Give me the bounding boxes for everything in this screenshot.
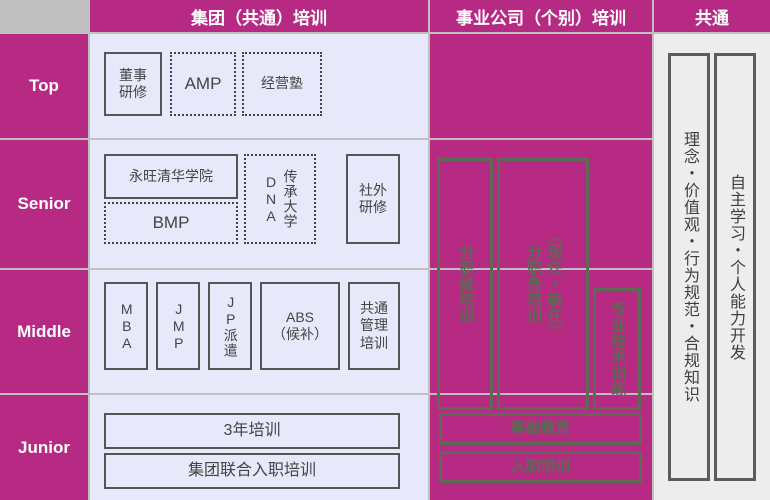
- box-label: 集团联合入职培训: [187, 462, 316, 479]
- box-label-primary: （现任・新任）: [545, 228, 563, 340]
- box-dongshi-yanxiu[interactable]: 董事 研修: [104, 52, 162, 116]
- row-label-senior: Senior: [0, 140, 88, 268]
- row-label-middle: Middle: [0, 270, 88, 393]
- box-amp[interactable]: AMP: [170, 52, 236, 116]
- box-label: 社外 研修: [359, 181, 387, 216]
- box-self-learning-development[interactable]: 自主学习・个人能力开发: [714, 53, 756, 481]
- box-jmp[interactable]: JMP: [156, 282, 200, 370]
- box-label: 专业技术训练: [609, 301, 627, 397]
- box-label: MBA: [118, 300, 135, 352]
- box-jingyingshu[interactable]: 经营塾: [242, 52, 322, 116]
- box-label: 自主学习・个人能力开发: [727, 173, 744, 361]
- box-label-secondary: 分职务培训: [525, 244, 542, 324]
- header-group-training: 集团（共通）培训: [90, 0, 428, 32]
- group-panel-top: 董事 研修 AMP 经营塾: [90, 34, 428, 138]
- group-panel-senior: 永旺清华学院 BMP 传承大学 DNA 社外 研修: [90, 140, 428, 268]
- box-label: 分职级培训: [457, 244, 475, 324]
- row-label-junior: Junior: [0, 395, 88, 500]
- box-label: 入职培训: [510, 457, 571, 475]
- box-professional-skill-training[interactable]: 专业技术训练: [593, 288, 641, 410]
- box-label: 董事 研修: [119, 66, 147, 101]
- box-rank-based-training[interactable]: 分职级培训: [437, 158, 493, 410]
- box-basic-education[interactable]: 基础教育: [439, 413, 642, 445]
- box-job-based-training[interactable]: （现任・新任） 分职务培训: [497, 158, 589, 410]
- box-philosophy-values-compliance[interactable]: 理念・价值观・行为规范・合规知识: [668, 53, 710, 481]
- box-label: AMP: [184, 74, 222, 94]
- header-common: 共通: [654, 0, 770, 32]
- row-label-top: Top: [0, 34, 88, 138]
- box-onboarding-training[interactable]: 入职培训: [439, 451, 642, 483]
- box-label: JMP: [170, 300, 187, 352]
- box-label: BMP: [152, 213, 190, 233]
- box-label: 共通 管理 培训: [360, 299, 388, 351]
- box-label: JP派遣: [222, 294, 239, 358]
- business-panel-junior: 基础教育 入职培训: [430, 395, 652, 500]
- box-label: 基础教育: [510, 419, 571, 437]
- box-group-joint-onboarding[interactable]: 集团联合入职培训: [104, 453, 400, 489]
- box-label: 3年培训: [223, 422, 281, 439]
- box-bmp[interactable]: BMP: [104, 202, 238, 244]
- box-label: 永旺清华学院: [129, 167, 213, 184]
- business-panel-top: [430, 34, 652, 138]
- box-common-management-training[interactable]: 共通 管理 培训: [348, 282, 400, 370]
- box-aeon-tsinghua-academy[interactable]: 永旺清华学院: [104, 154, 238, 199]
- box-label: 理念・价值观・行为规范・合规知识: [681, 131, 698, 403]
- group-panel-junior: 3年培训 集团联合入职培训: [90, 395, 428, 500]
- box-label: 经营塾: [261, 75, 303, 92]
- common-panel: 理念・价值观・行为规范・合规知识 自主学习・个人能力开发: [654, 34, 770, 500]
- box-jp-dispatch[interactable]: JP派遣: [208, 282, 252, 370]
- box-three-year-training[interactable]: 3年培训: [104, 413, 400, 449]
- group-panel-middle: MBA JMP JP派遣 ABS （候补） 共通 管理 培训: [90, 270, 428, 393]
- box-label: ABS （候补）: [272, 308, 328, 343]
- box-mba[interactable]: MBA: [104, 282, 148, 370]
- box-dna-university[interactable]: 传承大学 DNA: [244, 154, 316, 244]
- box-abs[interactable]: ABS （候补）: [260, 282, 340, 370]
- box-shewai-yanxiu[interactable]: 社外 研修: [346, 154, 400, 244]
- header-business-training: 事业公司（个别）培训: [430, 0, 652, 32]
- box-label-secondary: DNA: [263, 173, 279, 225]
- training-matrix-diagram: 集团（共通）培训 事业公司（个别）培训 共通 Top Senior Middle…: [0, 0, 770, 500]
- box-label-primary: 传承大学: [282, 169, 299, 229]
- header-corner-spacer: [0, 0, 88, 32]
